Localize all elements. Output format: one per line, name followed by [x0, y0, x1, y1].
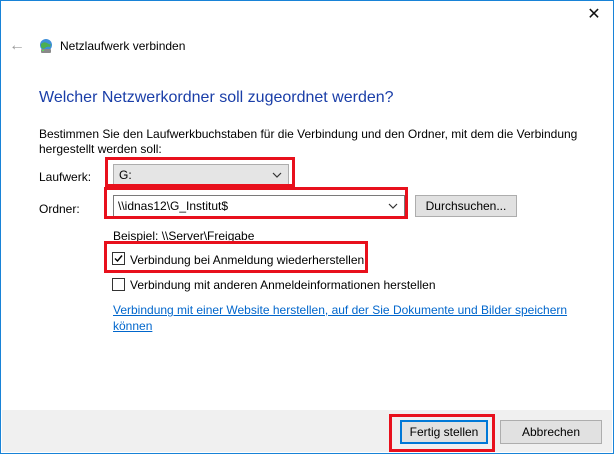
chevron-down-icon — [272, 172, 282, 178]
drive-select-value: G: — [119, 168, 132, 182]
cancel-button-label: Abbrechen — [521, 425, 581, 439]
drive-select[interactable]: G: — [113, 164, 289, 186]
back-arrow-icon: ← — [9, 37, 25, 54]
example-hint: Beispiel: \\Server\Freigabe — [113, 229, 255, 243]
checkmark-icon — [114, 255, 123, 263]
other-credentials-checkbox[interactable] — [112, 278, 125, 291]
window-title: Netzlaufwerk verbinden — [60, 39, 186, 53]
network-drive-icon — [40, 39, 52, 53]
finish-button-label: Fertig stellen — [409, 425, 479, 439]
page-heading: Welcher Netzwerkordner soll zugeordnet w… — [39, 89, 394, 106]
browse-button[interactable]: Durchsuchen... — [415, 195, 517, 217]
browse-button-label: Durchsuchen... — [425, 199, 507, 213]
folder-label: Ordner: — [39, 202, 80, 216]
finish-button[interactable]: Fertig stellen — [400, 420, 488, 444]
close-icon: ✕ — [587, 6, 601, 23]
drive-label: Laufwerk: — [39, 170, 92, 184]
folder-input-value[interactable]: \\idnas12\G_Institut$ — [118, 199, 228, 213]
dialog-footer: Fertig stellen Abbrechen — [2, 410, 612, 452]
folder-combobox[interactable]: \\idnas12\G_Institut$ — [113, 195, 405, 217]
instructions-text: Bestimmen Sie den Laufwerkbuchstaben für… — [39, 127, 578, 156]
reconnect-checkbox[interactable] — [112, 252, 125, 265]
back-button[interactable]: ← — [9, 37, 25, 55]
close-button[interactable]: ✕ — [585, 5, 603, 23]
other-credentials-label[interactable]: Verbindung mit anderen Anmeldeinformatio… — [130, 278, 436, 292]
cancel-button[interactable]: Abbrechen — [500, 420, 602, 444]
reconnect-label[interactable]: Verbindung bei Anmeldung wiederherstelle… — [130, 253, 364, 267]
chevron-down-icon[interactable] — [388, 201, 398, 211]
website-link[interactable]: Verbindung mit einer Website herstellen,… — [113, 302, 573, 334]
dialog-window: ✕ ← Netzlaufwerk verbinden Welcher Netzw… — [0, 0, 614, 454]
